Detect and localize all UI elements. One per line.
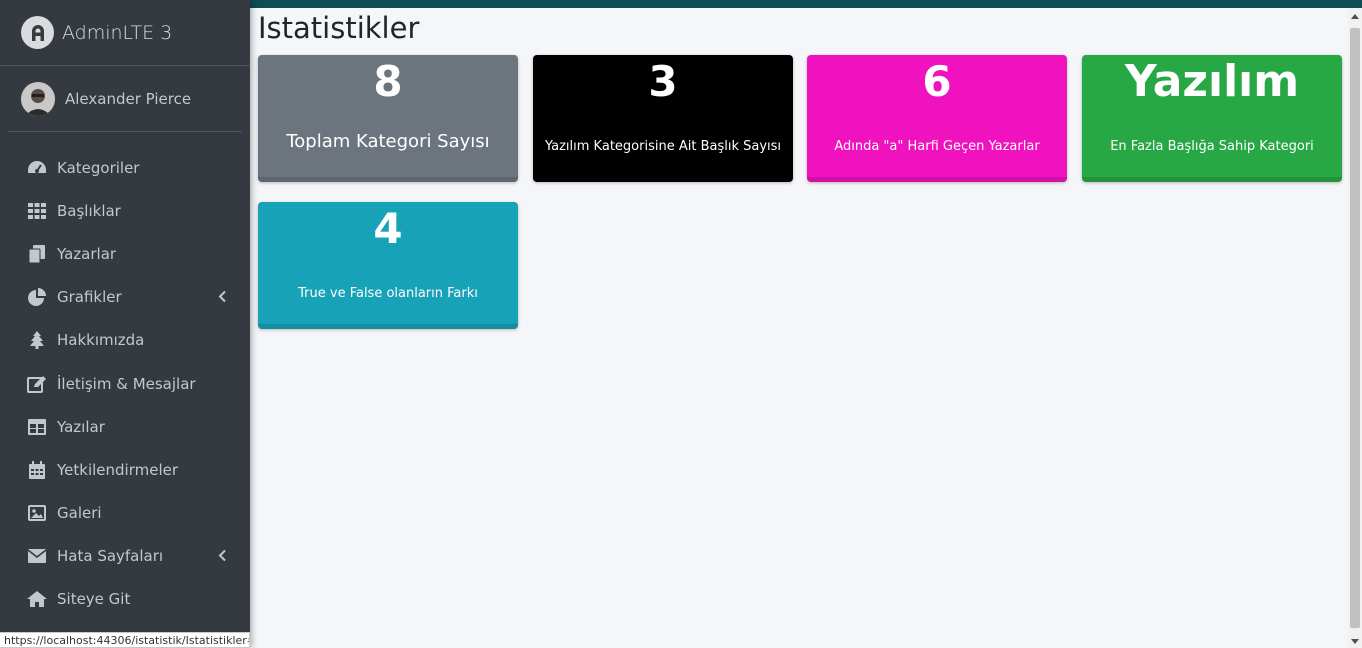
avatar: [21, 81, 55, 116]
card-footer: [1082, 177, 1342, 182]
vertical-scrollbar[interactable]: [1348, 8, 1362, 648]
card-footer: [258, 324, 518, 329]
stat-value: 4: [373, 204, 403, 253]
stat-card-yazilim-baslik[interactable]: 3 Yazılım Kategorisine Ait Başlık Sayısı: [533, 55, 793, 182]
tree-icon: [27, 330, 47, 350]
scroll-down-arrow-icon[interactable]: [1351, 639, 1359, 644]
stat-value: 3: [648, 57, 678, 106]
sidebar-item-hata-sayfalari[interactable]: Hata Sayfaları: [0, 535, 250, 578]
brand-logo: [21, 16, 54, 49]
sidebar-item-label: Siteye Git: [57, 590, 131, 609]
sidebar-item-basliklar[interactable]: Başlıklar: [0, 189, 250, 232]
sidebar-item-label: Grafikler: [57, 288, 122, 307]
sidebar-item-siteye-git[interactable]: Siteye Git: [0, 578, 250, 621]
stat-label: Yazılım Kategorisine Ait Başlık Sayısı: [544, 139, 782, 154]
scroll-up-arrow-icon[interactable]: [1351, 14, 1359, 19]
stat-label: Toplam Kategori Sayısı: [286, 131, 490, 152]
image-icon: [27, 503, 47, 523]
user-panel[interactable]: Alexander Pierce: [8, 66, 242, 132]
sidebar-item-label: Hakkımızda: [57, 331, 145, 350]
chevron-left-icon: [218, 288, 226, 307]
stat-value: 8: [373, 57, 403, 106]
pie-chart-icon: [27, 287, 47, 307]
sidebar-item-yazilar[interactable]: Yazılar: [0, 405, 250, 448]
home-icon: [27, 589, 47, 609]
sidebar-item-iletisim[interactable]: İletişim & Mesajlar: [0, 362, 250, 405]
tachometer-icon: [27, 158, 47, 178]
envelope-icon: [27, 546, 47, 566]
sidebar-item-hakkimizda[interactable]: Hakkımızda: [0, 319, 250, 362]
page-title: Istatistikler: [258, 11, 420, 45]
copy-icon: [27, 244, 47, 264]
scroll-thumb[interactable]: [1350, 28, 1360, 628]
main-content: Istatistikler 8 Toplam Kategori Sayısı 3…: [250, 8, 1348, 648]
sidebar-item-label: Yazılar: [57, 417, 105, 436]
stat-card-toplam-kategori[interactable]: 8 Toplam Kategori Sayısı: [258, 55, 518, 182]
brand-name: AdminLTE 3: [62, 21, 173, 44]
user-name: Alexander Pierce: [65, 89, 192, 108]
stat-label: En Fazla Başlığa Sahip Kategori: [1110, 139, 1314, 154]
grid-icon: [27, 201, 47, 221]
stat-label: True ve False olanların Farkı: [298, 286, 478, 301]
sidebar-nav: Kategoriler Başlıklar Yazarlar Grafikler: [0, 146, 250, 621]
edit-icon: [27, 374, 47, 394]
card-footer: [807, 177, 1067, 182]
sidebar-item-label: Kategoriler: [57, 158, 140, 177]
stat-label: Adında "a" Harfi Geçen Yazarlar: [834, 139, 1040, 154]
brand-link[interactable]: AdminLTE 3: [0, 0, 250, 66]
card-footer: [533, 177, 793, 182]
stat-value: 6: [922, 57, 952, 106]
sidebar-item-galeri[interactable]: Galeri: [0, 492, 250, 535]
stat-value: Yazılım: [1124, 56, 1300, 107]
sidebar-item-grafikler[interactable]: Grafikler: [0, 276, 250, 319]
sidebar: AdminLTE 3 Alexander Pierce Kategoriler …: [0, 0, 250, 648]
sidebar-item-label: Galeri: [57, 504, 102, 523]
status-url: https://localhost:44306/istatistik/Istat…: [0, 632, 250, 648]
stat-card-true-false[interactable]: 4 True ve False olanların Farkı: [258, 202, 518, 329]
chevron-left-icon: [218, 547, 226, 566]
sidebar-item-label: Yazarlar: [57, 244, 117, 263]
stat-card-a-harfi[interactable]: 6 Adında "a" Harfi Geçen Yazarlar: [807, 55, 1067, 182]
calendar-icon: [27, 460, 47, 480]
table-icon: [27, 417, 47, 437]
card-footer: [258, 177, 518, 182]
stat-card-en-fazla-baslik[interactable]: Yazılım En Fazla Başlığa Sahip Kategori: [1082, 55, 1342, 182]
sidebar-item-label: Başlıklar: [57, 201, 121, 220]
sidebar-item-label: Hata Sayfaları: [57, 547, 164, 566]
sidebar-item-kategoriler[interactable]: Kategoriler: [0, 146, 250, 189]
sidebar-item-yetkilendirmeler[interactable]: Yetkilendirmeler: [0, 448, 250, 491]
sidebar-item-yazarlar[interactable]: Yazarlar: [0, 232, 250, 275]
sidebar-item-label: İletişim & Mesajlar: [57, 374, 196, 393]
sidebar-item-label: Yetkilendirmeler: [57, 460, 179, 479]
